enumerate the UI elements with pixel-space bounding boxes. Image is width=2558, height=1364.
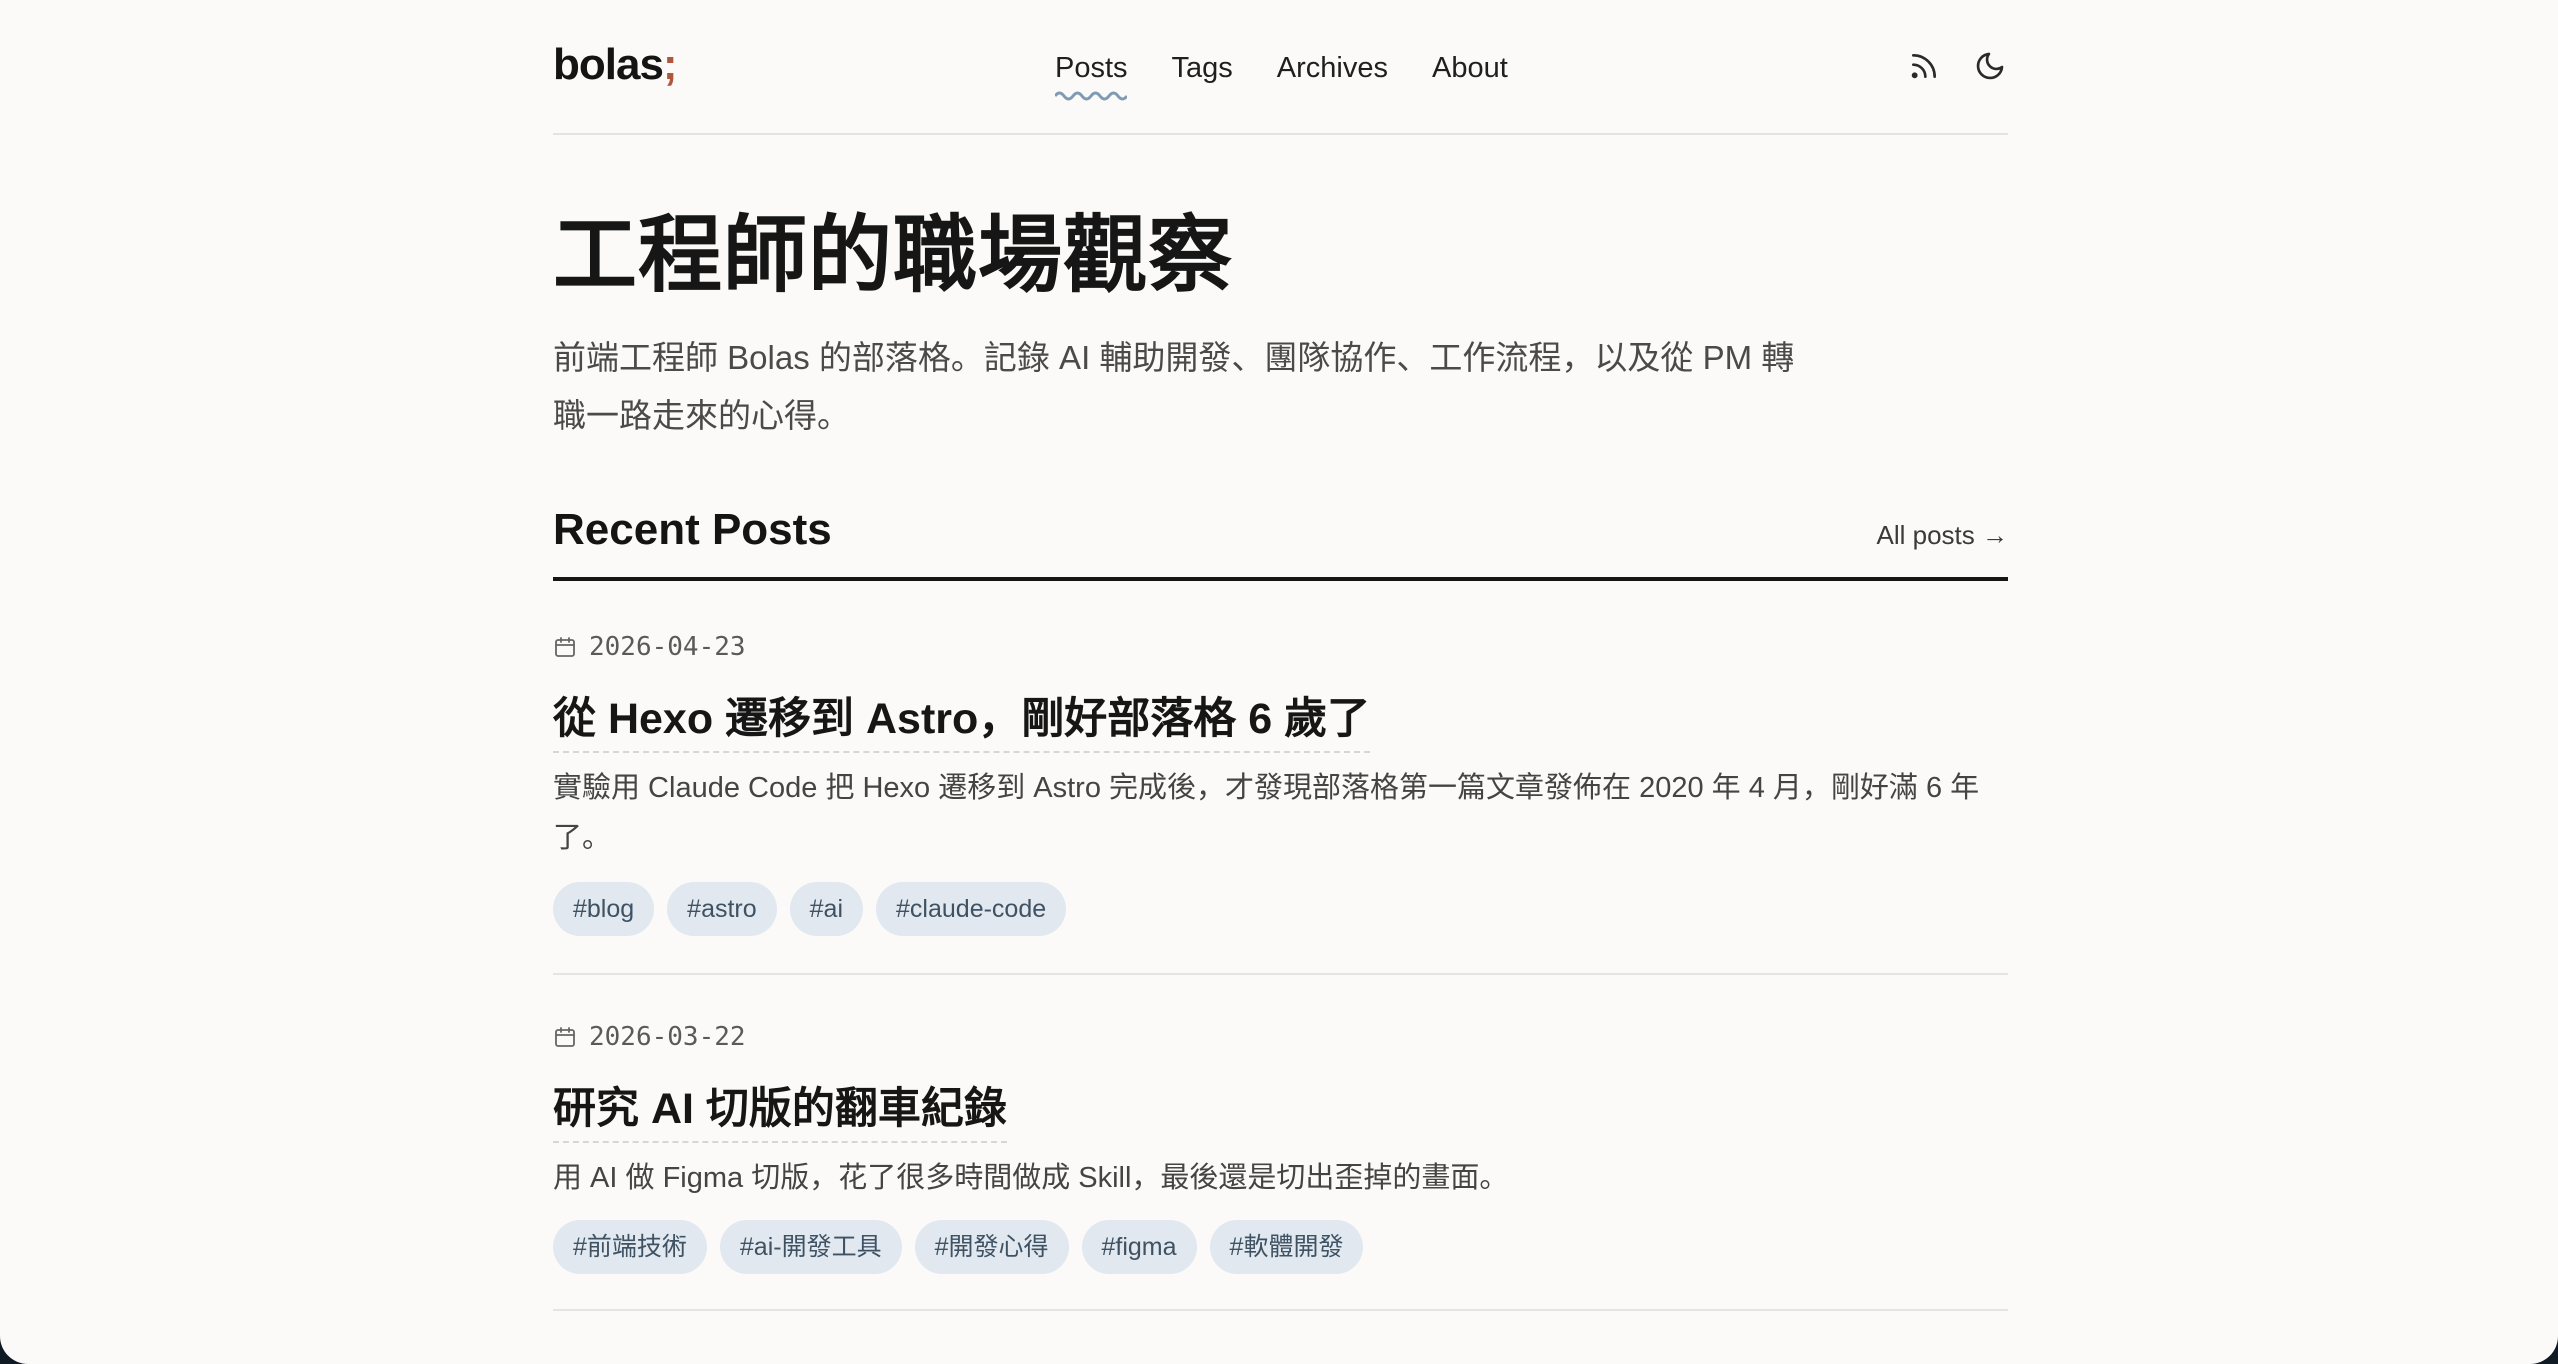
post-card: 2026-03-22 研究 AI 切版的翻車紀錄 用 AI 做 Figma 切版… — [553, 1017, 2008, 1311]
logo-semicolon: ; — [662, 40, 678, 89]
post-tags: #blog #astro #ai #claude-code — [553, 882, 1067, 936]
post-title-link[interactable]: 研究 AI 切版的翻車紀錄 — [553, 1085, 1007, 1133]
post-title: 研究 AI 切版的翻車紀錄 — [553, 1079, 1007, 1143]
all-posts-link[interactable]: All posts → — [1877, 516, 2009, 554]
post-date: 2026-04-23 — [553, 627, 746, 667]
tag-chip[interactable]: #開發心得 — [914, 1220, 1069, 1274]
post-date: 2026-03-22 — [553, 1017, 746, 1057]
moon-icon — [1976, 52, 2004, 80]
active-wave-underline — [1055, 91, 1127, 101]
header-actions — [1906, 48, 2008, 84]
nav-item-archives[interactable]: Archives — [1277, 48, 1388, 88]
post-title-link[interactable]: 從 Hexo 遷移到 Astro，剛好部落格 6 歲了 — [553, 695, 1370, 743]
site-logo[interactable]: bolas; — [553, 40, 678, 90]
theme-toggle-button[interactable] — [1972, 48, 2008, 84]
tag-chip[interactable]: #blog — [553, 882, 655, 936]
main-container: bolas; Posts Tags Archives About 工程師的職場觀… — [553, 0, 2008, 1364]
site-header: bolas; Posts Tags Archives About — [553, 0, 2008, 135]
page: bolas; Posts Tags Archives About 工程師的職場觀… — [0, 0, 2558, 1364]
tag-chip[interactable]: #figma — [1081, 1220, 1197, 1274]
tag-chip[interactable]: #claude-code — [876, 882, 1067, 936]
post-excerpt: 用 AI 做 Figma 切版，花了很多時間做成 Skill，最後還是切出歪掉的… — [553, 1162, 1509, 1194]
calendar-icon — [555, 1027, 575, 1047]
post-tags: #前端技術 #ai-開發工具 #開發心得 #figma #軟體開發 — [553, 1220, 1364, 1274]
post-card: 2026-04-23 從 Hexo 遷移到 Astro，剛好部落格 6 歲了 實… — [553, 627, 2008, 975]
nav-item-posts[interactable]: Posts — [1055, 48, 1128, 101]
nav-item-label: Posts — [1055, 52, 1128, 84]
nav-item-label: Archives — [1276, 52, 1388, 84]
nav-item-label: Tags — [1171, 52, 1233, 84]
tag-chip[interactable]: #ai — [789, 882, 864, 936]
calendar-icon — [555, 637, 575, 657]
nav-item-tags[interactable]: Tags — [1172, 48, 1233, 88]
post-date-text: 2026-04-23 — [589, 632, 746, 662]
tag-chip[interactable]: #軟體開發 — [1209, 1220, 1364, 1274]
tag-chip[interactable]: #ai-開發工具 — [719, 1220, 902, 1274]
tag-chip[interactable]: #前端技術 — [553, 1220, 707, 1274]
tag-chip[interactable]: #astro — [667, 882, 777, 936]
main-nav: Posts Tags Archives About — [1055, 48, 1508, 101]
post-date-text: 2026-03-22 — [589, 1022, 746, 1052]
recent-posts-header: Recent Posts All posts → — [553, 500, 2008, 581]
section-title: Recent Posts — [553, 505, 832, 554]
post-title: 從 Hexo 遷移到 Astro，剛好部落格 6 歲了 — [553, 689, 1371, 753]
page-title: 工程師的職場觀察 — [553, 208, 1234, 302]
nav-item-about[interactable]: About — [1432, 48, 1508, 88]
nav-item-label: About — [1432, 52, 1508, 84]
logo-text: bolas — [553, 40, 664, 89]
rss-button[interactable] — [1906, 48, 1942, 84]
rss-icon — [1911, 54, 1936, 79]
post-excerpt: 實驗用 Claude Code 把 Hexo 遷移到 Astro 完成後，才發現… — [553, 772, 1980, 854]
site-description: 前端工程師 Bolas 的部落格。記錄 AI 輔助開發、團隊協作、工作流程，以及… — [553, 339, 1795, 434]
